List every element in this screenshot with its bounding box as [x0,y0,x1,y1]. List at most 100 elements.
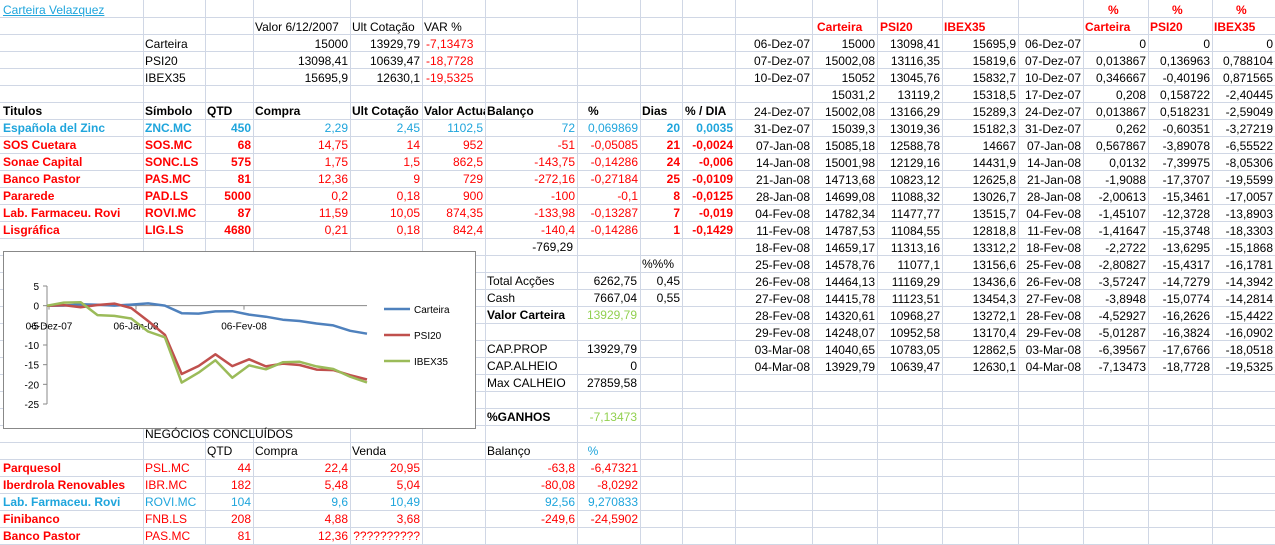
holding-pct[interactable]: -0,13287 [577,205,638,222]
history-ibex35[interactable]: 14667 [942,138,1016,155]
history-carteira[interactable]: 15001,98 [812,155,875,172]
history-psi20[interactable]: 12588,78 [877,138,940,155]
closed-deal-venda[interactable]: 5,04 [350,477,420,494]
closed-deal-compra[interactable]: 4,88 [253,511,348,528]
history-date[interactable]: 18-Fev-08 [737,240,810,257]
history-date[interactable]: 04-Fev-08 [737,206,810,223]
summary-row-value-start[interactable]: 15000 [253,36,348,53]
history-pct-psi20[interactable]: -15,0774 [1148,291,1210,308]
valor-carteira-value[interactable]: 13929,79 [577,307,637,324]
closed-deal-name[interactable]: Lab. Farmaceu. Rovi [3,494,143,511]
history-carteira[interactable]: 15002,08 [812,104,875,121]
history-psi20[interactable]: 13116,35 [877,53,940,70]
history-pct-carteira[interactable]: -2,80827 [1083,257,1146,274]
total-balance[interactable]: -769,29 [486,239,573,256]
holding-pct-dia[interactable]: -0,0024 [682,137,733,154]
holding-valor-actual[interactable]: 842,4 [422,222,483,239]
holding-name[interactable]: Sonae Capital [3,154,143,171]
history-pct-psi20[interactable]: -16,3824 [1148,325,1210,342]
history-pct-ibex35[interactable]: -16,1781 [1212,257,1273,274]
closed-deal-qtd[interactable]: 208 [205,511,251,528]
holding-compra[interactable]: 0,21 [253,222,348,239]
closed-deal-qtd[interactable]: 104 [205,494,251,511]
holding-balanco[interactable]: -272,16 [485,171,575,188]
history-date-pct[interactable]: 28-Fev-08 [1018,308,1081,325]
cap-alheio-value[interactable]: 0 [577,358,637,375]
history-ibex35[interactable]: 13454,3 [942,291,1016,308]
history-ibex35[interactable]: 15695,9 [942,36,1016,53]
history-pct-ibex35[interactable]: -19,5325 [1212,359,1273,376]
closed-deal-pct[interactable]: -8,0292 [577,477,638,494]
summary-row-var[interactable]: -19,5325 [426,70,484,87]
history-pct-psi20[interactable]: -15,3461 [1148,189,1210,206]
history-pct-carteira[interactable]: -2,2722 [1083,240,1146,257]
holding-pct-dia[interactable]: 0,0035 [682,120,733,137]
history-date-pct[interactable]: 29-Fev-08 [1018,325,1081,342]
history-pct-ibex35[interactable]: -8,05306 [1212,155,1273,172]
history-pct-ibex35[interactable]: 0,871565 [1212,70,1273,87]
history-pct-psi20[interactable]: -12,3728 [1148,206,1210,223]
history-date-pct[interactable]: 06-Dez-07 [1018,36,1081,53]
holding-compra[interactable]: 2,29 [253,120,348,137]
history-ibex35[interactable]: 13312,2 [942,240,1016,257]
holding-pct-dia[interactable]: -0,006 [682,154,733,171]
holding-name[interactable]: SOS Cuetara [3,137,143,154]
history-date-pct[interactable]: 28-Jan-08 [1018,189,1081,206]
history-carteira[interactable]: 14248,07 [812,325,875,342]
holding-valor-actual[interactable]: 874,35 [422,205,483,222]
history-carteira[interactable]: 15000 [812,36,875,53]
history-date-pct[interactable]: 10-Dez-07 [1018,70,1081,87]
holding-compra[interactable]: 0,2 [253,188,348,205]
history-carteira[interactable]: 14699,08 [812,189,875,206]
history-pct-ibex35[interactable]: -17,0057 [1212,189,1273,206]
holding-pct-dia[interactable]: -0,0109 [682,171,733,188]
history-psi20[interactable]: 10952,58 [877,325,940,342]
max-calheio-value[interactable]: 27859,58 [577,375,637,392]
history-pct-carteira[interactable]: -1,9088 [1083,172,1146,189]
history-pct-carteira[interactable]: 0,567867 [1083,138,1146,155]
history-date-pct[interactable]: 07-Jan-08 [1018,138,1081,155]
holding-name[interactable]: Banco Pastor [3,171,143,188]
history-date[interactable]: 03-Mar-08 [737,342,810,359]
holding-name[interactable]: Española del Zinc [3,120,143,137]
closed-deal-balanco[interactable]: -63,8 [485,460,575,477]
history-date[interactable]: 27-Fev-08 [737,291,810,308]
history-psi20[interactable]: 11169,29 [877,274,940,291]
history-pct-carteira[interactable]: -2,00613 [1083,189,1146,206]
history-pct-psi20[interactable]: -17,3707 [1148,172,1210,189]
history-carteira[interactable]: 13929,79 [812,359,875,376]
history-carteira[interactable]: 14782,34 [812,206,875,223]
holding-dias[interactable]: 7 [640,205,680,222]
history-pct-psi20[interactable]: -0,60351 [1148,121,1210,138]
closed-deal-venda[interactable]: ?????????? [350,528,420,545]
holding-ult-cotacao[interactable]: 2,45 [350,120,420,137]
holding-valor-actual[interactable]: 862,5 [422,154,483,171]
history-pct-psi20[interactable]: 0,136963 [1148,53,1210,70]
history-date[interactable]: 28-Fev-08 [737,308,810,325]
history-pct-psi20[interactable]: -3,89078 [1148,138,1210,155]
cash-pct[interactable]: 0,55 [640,290,680,307]
history-pct-carteira[interactable]: -3,57247 [1083,274,1146,291]
history-date-pct[interactable]: 03-Mar-08 [1018,342,1081,359]
ganhos-value[interactable]: -7,13473 [577,409,637,426]
history-pct-psi20[interactable]: -0,40196 [1148,70,1210,87]
closed-deal-venda[interactable]: 10,49 [350,494,420,511]
closed-deal-venda[interactable]: 20,95 [350,460,420,477]
history-date[interactable]: 06-Dez-07 [737,36,810,53]
history-pct-psi20[interactable]: -18,7728 [1148,359,1210,376]
history-carteira[interactable]: 14787,53 [812,223,875,240]
history-psi20[interactable]: 11123,51 [877,291,940,308]
summary-row-value-last[interactable]: 12630,1 [350,70,420,87]
holding-dias[interactable]: 21 [640,137,680,154]
holding-pct[interactable]: -0,1 [577,188,638,205]
history-pct-ibex35[interactable]: -14,2814 [1212,291,1273,308]
holding-dias[interactable]: 1 [640,222,680,239]
history-date-pct[interactable]: 25-Fev-08 [1018,257,1081,274]
history-pct-carteira[interactable]: -6,39567 [1083,342,1146,359]
holding-dias[interactable]: 25 [640,171,680,188]
closed-deal-qtd[interactable]: 81 [205,528,251,545]
history-psi20[interactable]: 11088,32 [877,189,940,206]
holding-valor-actual[interactable]: 1102,5 [422,120,483,137]
history-pct-carteira[interactable]: 0,0132 [1083,155,1146,172]
holding-pct-dia[interactable]: -0,019 [682,205,733,222]
